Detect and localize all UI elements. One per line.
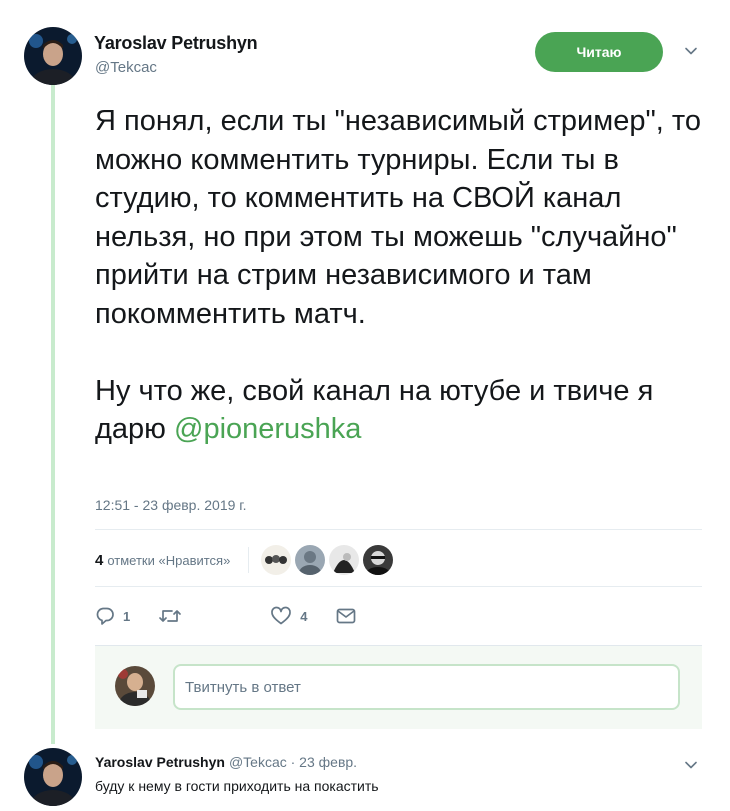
author-avatar[interactable] [24, 27, 82, 85]
thread-connector-line [51, 84, 55, 744]
author-handle[interactable]: @Tekcac [95, 59, 157, 76]
current-user-avatar[interactable] [115, 666, 155, 706]
tweet-timestamp[interactable]: 12:51 - 23 февр. 2019 г. [95, 497, 247, 513]
mention-link[interactable]: @pionerushka [174, 413, 361, 445]
likes-count: 4 [95, 551, 104, 569]
divider [95, 586, 702, 587]
liker-avatar[interactable] [295, 545, 326, 575]
envelope-icon [335, 607, 357, 625]
reply-meta[interactable]: @Tekcac · 23 февр. [229, 754, 357, 770]
chevron-down-icon[interactable] [684, 44, 698, 58]
likes-label: отметки «Нравится» [107, 552, 231, 568]
reply-text: буду к нему в гости приходить на покасти… [95, 778, 379, 794]
reply-action[interactable]: 1 [95, 606, 130, 626]
following-button[interactable]: Читаю [535, 32, 663, 72]
tweet-actions: 1 4 [95, 603, 385, 629]
likers-avatars [248, 545, 397, 575]
reply-header: Yaroslav Petrushyn @Tekcac · 23 февр. [95, 754, 357, 770]
liker-avatar[interactable] [329, 545, 360, 575]
like-count: 4 [300, 608, 308, 624]
reply-input[interactable] [173, 664, 680, 710]
reply-author-name[interactable]: Yaroslav Petrushyn [95, 754, 225, 770]
heart-icon [270, 606, 292, 626]
chevron-down-icon[interactable] [684, 758, 698, 772]
liker-avatar[interactable] [363, 545, 394, 575]
divider [95, 529, 702, 530]
direct-message-action[interactable] [335, 607, 357, 625]
retweet-action[interactable] [158, 606, 190, 626]
tweet-text-main: Я понял, если ты "независимый стример", … [95, 105, 710, 330]
retweet-icon [158, 606, 182, 626]
likes-stats[interactable]: 4 отметки «Нравится» [95, 545, 397, 575]
reply-count: 1 [123, 608, 131, 624]
tweet-text: Я понял, если ты "независимый стример", … [95, 102, 710, 449]
like-action[interactable]: 4 [270, 606, 307, 626]
reply-icon [95, 606, 115, 626]
reply-author-avatar[interactable] [24, 748, 82, 806]
reply-composer [95, 645, 702, 729]
liker-avatar[interactable] [261, 545, 292, 575]
author-name[interactable]: Yaroslav Petrushyn [94, 33, 258, 54]
